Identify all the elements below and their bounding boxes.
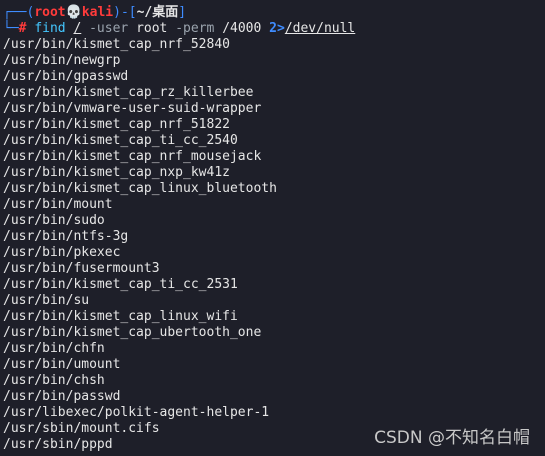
output-line: /usr/bin/vmware-user-suid-wrapper [3, 101, 262, 116]
terminal[interactable]: ┌──(root💀kali)-[~/桌面] └─# find / -user r… [3, 5, 545, 456]
command-path: / [73, 21, 82, 36]
output-line: /usr/bin/kismet_cap_nxp_kw41z [3, 165, 230, 180]
output-line: /usr/bin/sudo [3, 213, 105, 228]
output-line: /usr/bin/su [3, 293, 90, 308]
output-line: /usr/bin/kismet_cap_ti_cc_2531 [3, 277, 238, 292]
prompt-cwd: ~/桌面 [136, 5, 179, 20]
output-list: /usr/bin/kismet_cap_nrf_52840 /usr/bin/n… [3, 37, 545, 453]
output-line: /usr/bin/kismet_cap_nrf_51822 [3, 117, 230, 132]
command-arg-user: root [136, 21, 168, 36]
watermark: CSDN @不知名白帽 [374, 428, 530, 448]
prompt-corner-bottom: └─ [3, 21, 19, 36]
command-name: find [34, 21, 66, 36]
output-line: /usr/bin/passwd [3, 389, 121, 404]
prompt-corner-top: ┌──( [3, 5, 35, 20]
prompt-mid: )-[ [113, 5, 137, 20]
output-line: /usr/bin/chsh [3, 373, 105, 388]
prompt-host: kali [81, 5, 114, 20]
output-line: /usr/bin/pkexec [3, 245, 121, 260]
output-line: /usr/bin/kismet_cap_nrf_52840 [3, 37, 230, 52]
prompt-line-top: ┌──(root💀kali)-[~/桌面] [3, 5, 545, 21]
command-flag-perm: -perm [175, 21, 215, 36]
output-line: /usr/bin/kismet_cap_linux_bluetooth [3, 181, 277, 196]
skull-icon: 💀 [65, 5, 82, 20]
output-line: /usr/bin/kismet_cap_ti_cc_2540 [3, 133, 238, 148]
prompt-line-command[interactable]: └─# find / -user root -perm /4000 2>/dev… [3, 21, 545, 37]
output-line: /usr/bin/umount [3, 357, 121, 372]
command-flag-user: -user [89, 21, 129, 36]
prompt-user: root [34, 5, 66, 20]
output-line: /usr/bin/chfn [3, 341, 105, 356]
output-line: /usr/libexec/polkit-agent-helper-1 [3, 405, 270, 420]
output-line: /usr/bin/fusermount3 [3, 261, 160, 276]
output-line: /usr/bin/gpasswd [3, 69, 129, 84]
prompt-hash: # [18, 21, 27, 36]
command-redirect: 2> [269, 21, 285, 36]
output-line: /usr/bin/kismet_cap_linux_wifi [3, 309, 238, 324]
command-redirect-target: /dev/null [284, 21, 356, 36]
command-arg-perm: /4000 [222, 21, 262, 36]
prompt-end: ] [178, 5, 187, 20]
output-line: /usr/bin/ntfs-3g [3, 229, 129, 244]
output-line: /usr/bin/mount [3, 197, 113, 212]
output-line: /usr/bin/kismet_cap_rz_killerbee [3, 85, 254, 100]
output-line: /usr/bin/newgrp [3, 53, 121, 68]
output-line: /usr/bin/kismet_cap_ubertooth_one [3, 325, 262, 340]
output-line: /usr/bin/kismet_cap_nrf_mousejack [3, 149, 262, 164]
